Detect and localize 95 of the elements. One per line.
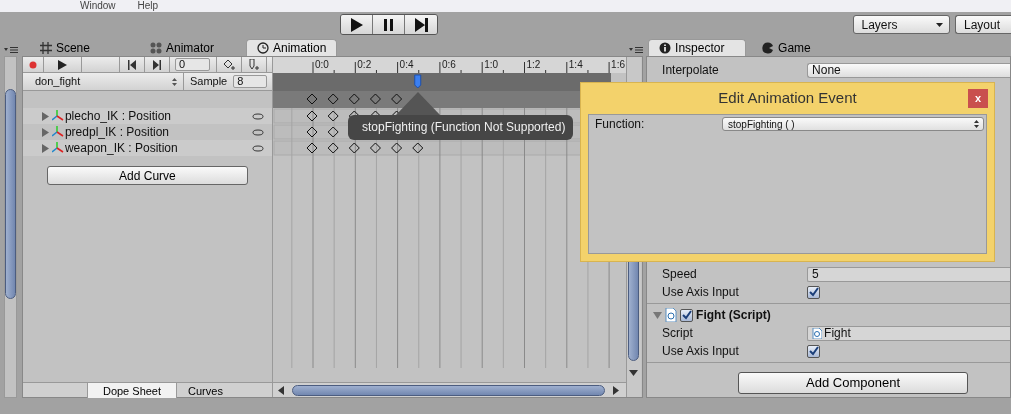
step-icon: [413, 16, 429, 33]
play-button[interactable]: [341, 15, 373, 34]
checkbox[interactable]: [680, 308, 694, 322]
keyframe-icon[interactable]: [369, 142, 381, 154]
dialog-title: Edit Animation Event: [718, 87, 857, 108]
step-button[interactable]: [405, 15, 437, 34]
keyframe-icon[interactable]: [306, 93, 318, 105]
info-icon: [659, 42, 672, 54]
track-name: plecho_IK : Position: [64, 108, 171, 125]
ruler-label: 1:0: [481, 59, 499, 74]
tooltip: stopFighting (Function Not Supported): [348, 115, 574, 140]
caret-icon: [935, 22, 943, 27]
keyframe-icon[interactable]: [327, 126, 339, 138]
clip-dropdown[interactable]: don_fight: [22, 72, 184, 91]
keyframe-icon[interactable]: [348, 142, 360, 154]
close-button[interactable]: x: [968, 89, 988, 108]
keyframe-icon[interactable]: [412, 142, 424, 154]
play-icon: [349, 16, 364, 33]
checkbox[interactable]: [807, 344, 821, 358]
menu-icon[interactable]: [3, 47, 18, 53]
add-curve-button[interactable]: Add Curve: [46, 166, 248, 185]
grid-icon: [39, 41, 52, 54]
panel-tab[interactable]: Animation: [246, 39, 338, 56]
panel-tab[interactable]: Game: [752, 39, 821, 56]
keyframe-icon[interactable]: [327, 110, 339, 122]
ruler-label: 0:4: [397, 59, 414, 74]
panel-tab[interactable]: Inspector: [648, 39, 747, 56]
ruler-label: 1:2: [523, 59, 541, 74]
expanded-icon[interactable]: [653, 311, 663, 319]
add-event-icon: [247, 58, 260, 71]
menu-icon[interactable]: [629, 47, 644, 53]
text-field[interactable]: 5: [807, 266, 1010, 282]
dropdown[interactable]: None: [807, 62, 1010, 78]
track-name: weapon_IK : Position: [64, 140, 178, 157]
track-name: predpl_IK : Position: [64, 124, 169, 141]
scroll-left-icon[interactable]: [276, 385, 287, 395]
add-keyframe-icon: [222, 58, 235, 71]
panel-tab[interactable]: Scene: [29, 39, 100, 56]
axis-icon: [51, 142, 64, 154]
layout-dropdown[interactable]: Layout: [955, 15, 1011, 34]
ruler-label: 1:6: [608, 59, 625, 74]
scroll-down-icon[interactable]: [629, 369, 639, 377]
view-tab[interactable]: Curves: [176, 383, 234, 398]
panel-tab[interactable]: Animator: [139, 39, 224, 56]
ruler-label: 1:4: [566, 59, 583, 74]
clock-icon: [257, 42, 269, 54]
keyframe-icon[interactable]: [391, 142, 403, 154]
script-icon: [812, 327, 823, 339]
scrollbar-thumb[interactable]: [5, 89, 16, 299]
sample-field[interactable]: 8: [233, 75, 268, 88]
view-tab[interactable]: Dope Sheet: [86, 383, 177, 398]
keyframe-icon[interactable]: [306, 110, 318, 122]
field-label: Interpolate: [662, 62, 720, 79]
skip-back-icon: [125, 58, 138, 71]
add-component-button[interactable]: Add Component: [738, 372, 969, 394]
field-label: Speed: [662, 266, 698, 283]
function-dropdown[interactable]: stopFighting ( ): [722, 117, 984, 131]
checkbox[interactable]: [807, 285, 821, 299]
function-label: Function:: [595, 116, 645, 133]
layers-dropdown[interactable]: Layers: [852, 15, 950, 34]
pause-button[interactable]: [373, 15, 405, 34]
keyframe-icon[interactable]: [306, 142, 318, 154]
pacman-icon: [762, 41, 775, 54]
ruler-label: 0:0: [312, 59, 329, 74]
keyframe-icon[interactable]: [327, 142, 339, 154]
frame-field[interactable]: 0: [174, 58, 210, 71]
component-title: Fight (Script): [696, 307, 771, 324]
collapsed-icon[interactable]: [40, 127, 50, 137]
ellipse-icon[interactable]: [251, 144, 264, 152]
script-icon: [665, 308, 678, 322]
field-label: Script: [662, 325, 694, 342]
skip-forward-icon: [150, 58, 163, 71]
collapsed-icon[interactable]: [40, 111, 50, 121]
pause-icon: [381, 16, 396, 33]
field-label: Use Axis Input: [662, 284, 740, 301]
scrollbar-thumb[interactable]: [291, 384, 605, 396]
ellipse-icon[interactable]: [251, 128, 264, 136]
menu-item[interactable]: Help: [137, 0, 159, 12]
event-marker[interactable]: [414, 74, 422, 89]
axis-icon: [51, 126, 64, 138]
axis-icon: [51, 110, 64, 122]
field-label: Use Axis Input: [662, 343, 740, 360]
dropdown-arrows-icon: [171, 77, 177, 86]
collapsed-icon[interactable]: [40, 143, 50, 153]
dropdown-arrows-icon: [974, 120, 979, 128]
ruler-label: 0:6: [439, 59, 456, 74]
ruler-label: 0:2: [354, 59, 372, 74]
keyframe-icon[interactable]: [306, 126, 318, 138]
menu-item[interactable]: Window: [80, 0, 116, 12]
tooltip-arrow: [395, 92, 441, 116]
object-field[interactable]: Fight: [807, 325, 1010, 341]
nodes-icon: [149, 41, 162, 54]
sample-label: Sample: [189, 74, 228, 90]
play-icon: [56, 58, 69, 71]
ellipse-icon[interactable]: [251, 112, 264, 120]
